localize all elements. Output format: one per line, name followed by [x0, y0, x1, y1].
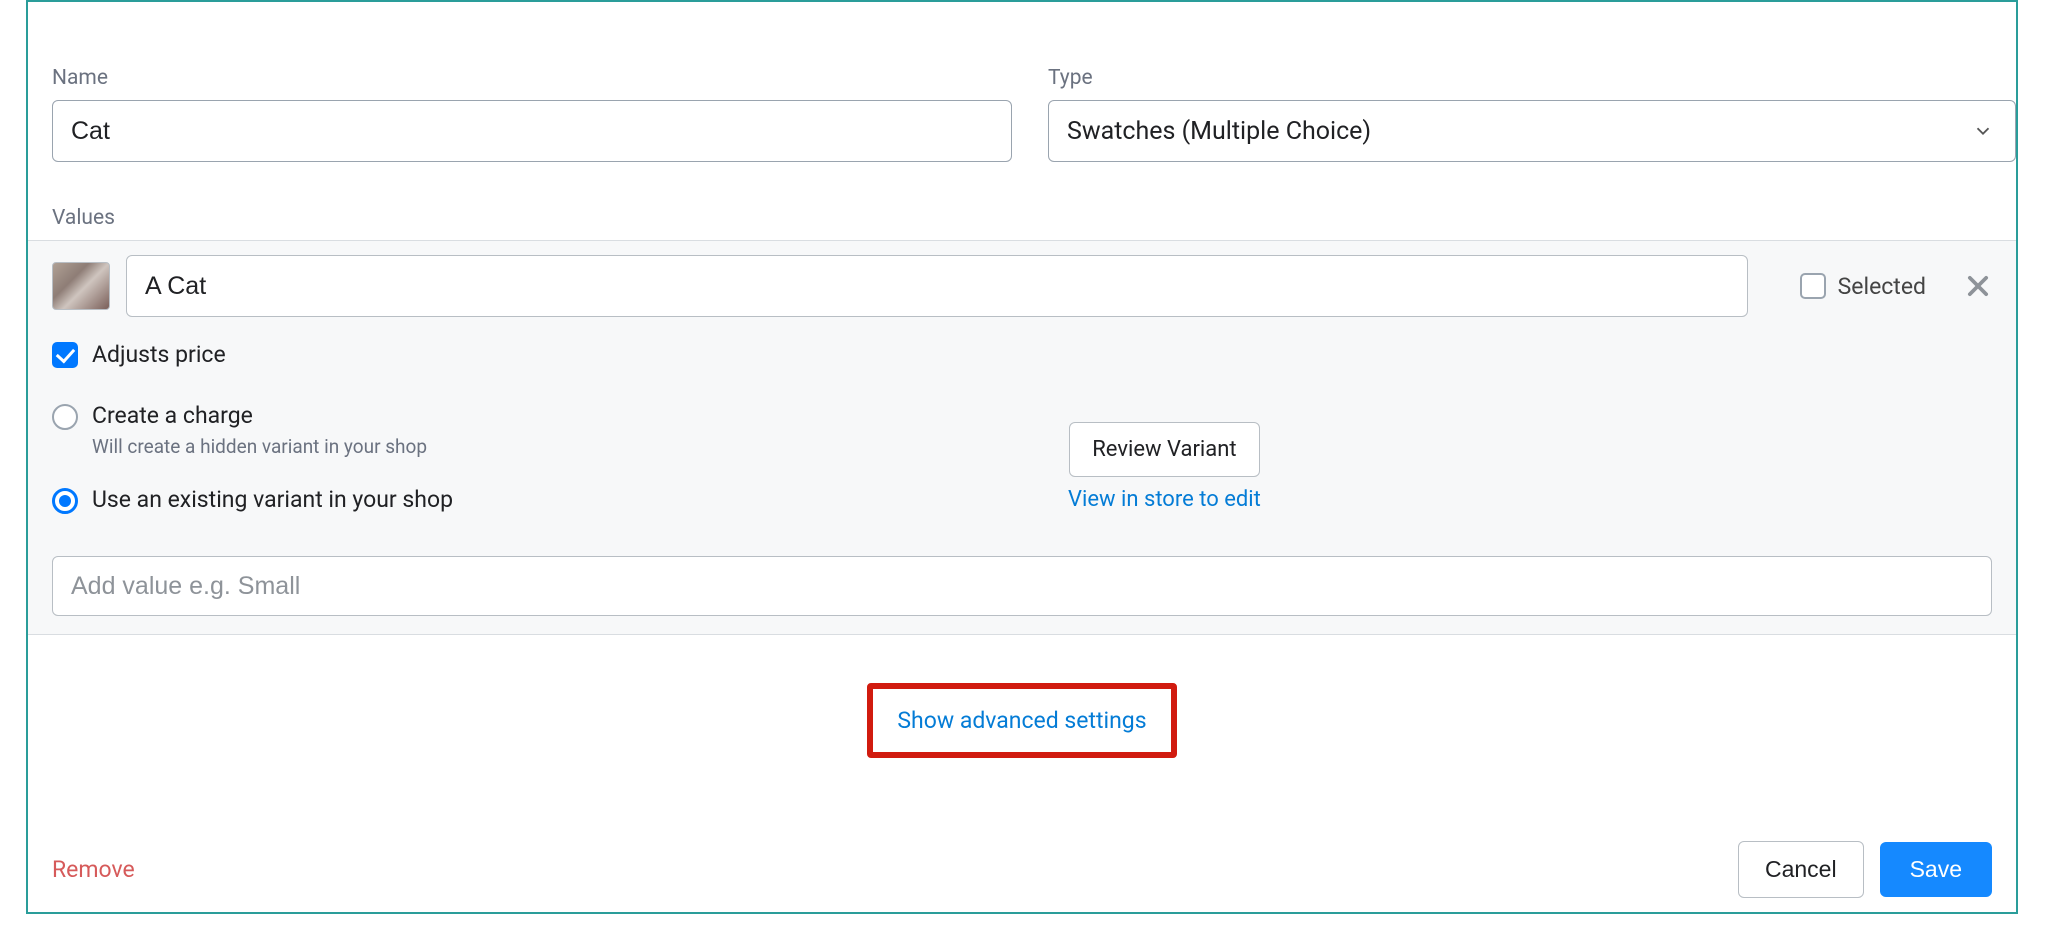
- create-charge-row: Create a charge Will create a hidden var…: [52, 402, 1992, 458]
- values-label: Values: [52, 206, 1992, 230]
- existing-variant-label: Use an existing variant in your shop: [92, 486, 453, 513]
- selected-toggle: Selected: [1800, 273, 1926, 300]
- show-advanced-settings-link[interactable]: Show advanced settings: [897, 707, 1146, 734]
- add-value-input[interactable]: [52, 556, 1992, 616]
- swatch-thumbnail[interactable]: [52, 262, 110, 310]
- existing-variant-row: Use an existing variant in your shop: [52, 486, 1992, 514]
- adjusts-price-row: Adjusts price: [52, 341, 1992, 368]
- save-button[interactable]: Save: [1880, 842, 1992, 897]
- value-text-input[interactable]: [126, 255, 1748, 317]
- create-charge-hint: Will create a hidden variant in your sho…: [92, 435, 427, 458]
- name-input[interactable]: [52, 100, 1012, 162]
- adjusts-price-checkbox[interactable]: [52, 342, 78, 368]
- type-selected-text: Swatches (Multiple Choice): [1067, 117, 1371, 146]
- option-editor-panel: Name Type Swatches (Multiple Choice): [26, 0, 2018, 914]
- top-fields-row: Name Type Swatches (Multiple Choice): [52, 66, 1992, 162]
- existing-variant-radio[interactable]: [52, 488, 78, 514]
- adjusts-price-label: Adjusts price: [92, 341, 226, 368]
- footer-actions: Remove Cancel Save: [28, 841, 2016, 898]
- name-label: Name: [52, 66, 1012, 90]
- remove-link[interactable]: Remove: [52, 856, 135, 883]
- review-variant-block: Review Variant View in store to edit: [1068, 422, 1261, 512]
- advanced-highlight-box: Show advanced settings: [867, 683, 1176, 758]
- selected-checkbox[interactable]: [1800, 273, 1826, 299]
- type-label: Type: [1048, 66, 2016, 90]
- view-in-store-link[interactable]: View in store to edit: [1068, 487, 1261, 512]
- selected-label: Selected: [1838, 273, 1926, 300]
- type-field-group: Type Swatches (Multiple Choice): [1048, 66, 2016, 162]
- review-variant-button[interactable]: Review Variant: [1069, 422, 1259, 477]
- values-block: Selected Adjusts price Create a char: [28, 240, 2016, 635]
- remove-value-icon[interactable]: [1964, 272, 1992, 300]
- advanced-settings-wrap: Show advanced settings: [52, 635, 1992, 758]
- name-field-group: Name: [52, 66, 1012, 162]
- cancel-button[interactable]: Cancel: [1738, 841, 1864, 898]
- create-charge-label: Create a charge: [92, 402, 427, 429]
- value-row: Selected: [52, 255, 1992, 317]
- type-select[interactable]: Swatches (Multiple Choice): [1048, 100, 2016, 162]
- create-charge-radio[interactable]: [52, 404, 78, 430]
- value-sub-controls: Adjusts price Create a charge Will creat…: [52, 317, 1992, 542]
